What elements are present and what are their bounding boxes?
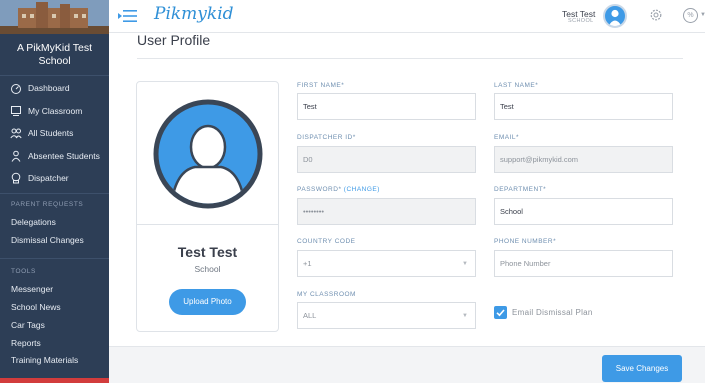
upload-photo-button[interactable]: Upload Photo xyxy=(169,289,246,315)
school-photo xyxy=(0,0,109,34)
header-user-role: SCHOOL xyxy=(568,18,594,24)
sidebar-item-label: My Classroom xyxy=(28,106,83,116)
checkmark-icon xyxy=(496,309,505,317)
save-changes-button[interactable]: Save Changes xyxy=(602,355,682,382)
country-code-label: COUNTRY CODE xyxy=(297,238,356,245)
password-label: PASSWORD* (CHANGE) xyxy=(297,186,380,193)
password-label-text: PASSWORD* xyxy=(297,186,342,193)
chevron-down-icon: ▼ xyxy=(462,261,468,267)
email-field: support@pikmykid.com xyxy=(494,146,673,173)
title-divider xyxy=(137,58,683,59)
parent-requests-heading: PARENT REQUESTS xyxy=(11,201,84,208)
card-divider xyxy=(137,224,278,225)
sidebar-divider xyxy=(0,193,109,194)
sidebar-item-dismissal-changes[interactable]: Dismissal Changes xyxy=(11,235,84,245)
my-classroom-select[interactable]: ALL ▼ xyxy=(297,302,476,329)
classroom-icon xyxy=(10,105,22,117)
profile-avatar xyxy=(153,99,263,209)
pikmykid-logo[interactable]: Pikmykid xyxy=(154,4,234,24)
my-classroom-value: ALL xyxy=(303,311,317,320)
sidebar-item-label: All Students xyxy=(28,128,74,138)
first-name-label: FIRST NAME* xyxy=(297,82,345,89)
sidebar-divider xyxy=(0,258,109,259)
country-code-value: +1 xyxy=(303,259,312,268)
phone-number-label: PHONE NUMBER* xyxy=(494,238,557,245)
last-name-field[interactable]: Test xyxy=(494,93,673,120)
dispatcher-id-field: D0 xyxy=(297,146,476,173)
dispatcher-id-label: DISPATCHER ID* xyxy=(297,134,356,141)
percent-icon[interactable]: % xyxy=(683,8,698,23)
profile-name: Test Test xyxy=(177,244,238,260)
country-code-select[interactable]: +1 ▼ xyxy=(297,250,476,277)
chevron-down-icon[interactable]: ▼ xyxy=(700,12,705,18)
sidebar-item-school-news[interactable]: School News xyxy=(11,302,61,312)
profile-role: School xyxy=(194,264,221,274)
sidebar-item-reports[interactable]: Reports xyxy=(11,338,41,348)
gear-icon[interactable] xyxy=(649,8,663,22)
school-name-line2: School xyxy=(38,55,71,67)
sidebar-divider xyxy=(0,75,109,76)
sidebar-item-dispatcher[interactable]: Dispatcher xyxy=(0,167,109,189)
sidebar: A PikMyKid Test School Dashboard My Clas… xyxy=(0,0,109,383)
school-name: A PikMyKid Test School xyxy=(0,42,109,68)
sidebar-item-car-tags[interactable]: Car Tags xyxy=(11,320,45,330)
absentee-icon xyxy=(10,150,22,162)
sidebar-item-training-materials[interactable]: Training Materials xyxy=(11,355,78,365)
chevron-down-icon: ▼ xyxy=(462,313,468,319)
students-icon xyxy=(10,127,22,139)
sidebar-item-all-students[interactable]: All Students xyxy=(0,122,109,144)
sidebar-item-delegations[interactable]: Delegations xyxy=(11,217,56,227)
tools-heading: TOOLS xyxy=(11,268,36,275)
dispatcher-icon xyxy=(10,172,22,184)
email-dismissal-checkbox[interactable] xyxy=(494,306,507,319)
sidebar-item-absentee-students[interactable]: Absentee Students xyxy=(0,145,109,167)
department-label: DEPARTMENT* xyxy=(494,186,547,193)
last-name-label: LAST NAME* xyxy=(494,82,539,89)
page-title: User Profile xyxy=(137,32,211,48)
menu-toggle-icon[interactable] xyxy=(118,9,137,23)
header-avatar[interactable] xyxy=(603,4,627,28)
dashboard-icon xyxy=(10,82,22,94)
top-header: Pikmykid Test Test SCHOOL % ▼ xyxy=(109,0,705,33)
first-name-field[interactable]: Test xyxy=(297,93,476,120)
phone-number-field[interactable]: Phone Number xyxy=(494,250,673,277)
department-field[interactable]: School xyxy=(494,198,673,225)
sidebar-item-dashboard[interactable]: Dashboard xyxy=(0,77,109,99)
my-classroom-label: MY CLASSROOM xyxy=(297,291,356,298)
change-password-link[interactable]: (CHANGE) xyxy=(344,186,380,193)
sidebar-item-messenger[interactable]: Messenger xyxy=(11,284,53,294)
school-name-line1: A PikMyKid Test xyxy=(16,42,93,54)
profile-card: Test Test School Upload Photo xyxy=(136,81,279,332)
sidebar-item-label: Dispatcher xyxy=(28,173,69,183)
email-label: EMAIL* xyxy=(494,134,520,141)
email-dismissal-label[interactable]: Email Dismissal Plan xyxy=(512,308,593,317)
sidebar-item-my-classroom[interactable]: My Classroom xyxy=(0,100,109,122)
sidebar-item-label: Dashboard xyxy=(28,83,70,93)
sidebar-bottom-bar xyxy=(0,378,109,383)
sidebar-item-label: Absentee Students xyxy=(28,151,100,161)
password-field: •••••••• xyxy=(297,198,476,225)
